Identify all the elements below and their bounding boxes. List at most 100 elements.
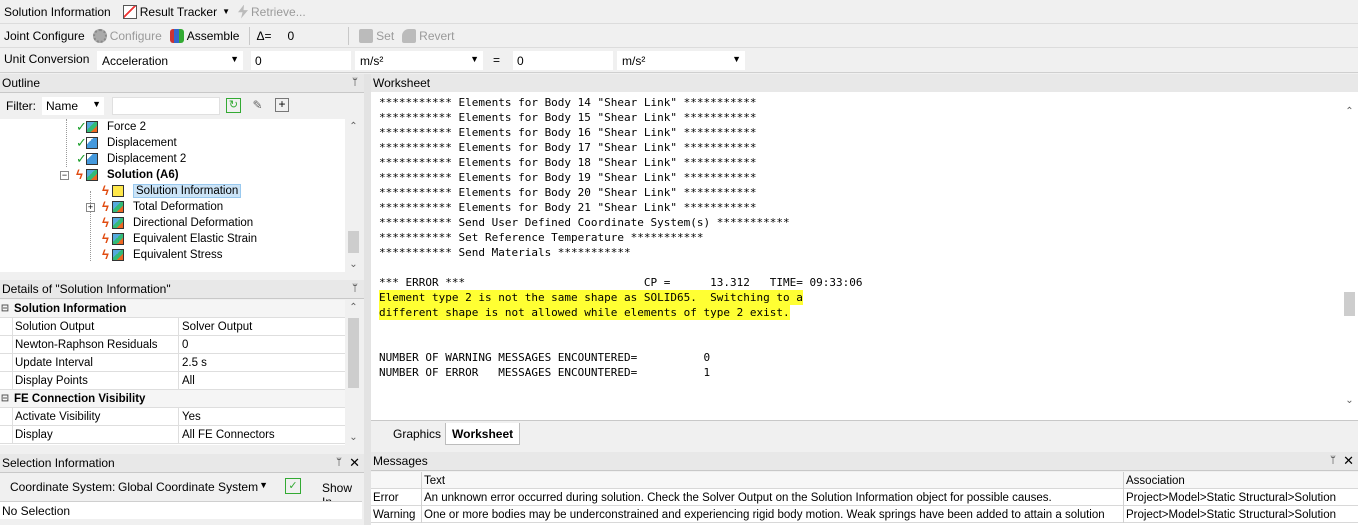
- quantity-select[interactable]: Acceleration ▼: [97, 51, 243, 70]
- worksheet-content: *********** Elements for Body 14 "Shear …: [371, 92, 1341, 420]
- tree-item-displacement-2[interactable]: ✓ Displacement 2: [76, 151, 186, 167]
- tree-item-displacement[interactable]: ✓ Displacement: [76, 135, 177, 151]
- coordinate-system-select[interactable]: Global Coordinate System ▼: [114, 477, 272, 496]
- table-row[interactable]: Error An unknown error occurred during s…: [371, 489, 1358, 506]
- outline-tree: ✓ Force 2 ✓ Displacement ✓ Displacement …: [0, 119, 345, 272]
- message-type: Warning: [373, 508, 416, 521]
- eraser-icon[interactable]: ✎: [250, 98, 265, 113]
- details-row[interactable]: Display All FE Connectors: [0, 425, 345, 444]
- unit-from-select[interactable]: m/s² ▼: [355, 51, 483, 70]
- result-tracker-button[interactable]: Result Tracker ▼: [119, 2, 234, 22]
- outline-filter-bar: Filter: Name ▼ ↻ ✎ +: [0, 94, 364, 118]
- message-text: One or more bodies may be underconstrain…: [421, 506, 1123, 523]
- refresh-icon[interactable]: ↻: [226, 98, 241, 113]
- result-icon: [112, 217, 124, 229]
- worksheet-line: *********** Elements for Body 17 "Shear …: [379, 141, 757, 154]
- messages-panel-header: Messages ᛘ ✕: [371, 452, 1358, 471]
- scroll-thumb[interactable]: [348, 318, 359, 388]
- info-icon: [112, 185, 124, 197]
- expand-all-icon[interactable]: +: [275, 98, 289, 112]
- worksheet-line: *********** Elements for Body 19 "Shear …: [379, 171, 757, 184]
- unit-to-select[interactable]: m/s² ▼: [617, 51, 745, 70]
- message-text: An unknown error occurred during solutio…: [421, 489, 1123, 506]
- chevron-down-icon: ▼: [470, 54, 479, 64]
- tree-item-solution-information[interactable]: ϟ Solution Information: [102, 183, 242, 199]
- value-from-input[interactable]: 0: [251, 51, 351, 70]
- pin-icon[interactable]: ᛘ: [352, 77, 358, 88]
- chevron-down-icon: ▼: [92, 99, 101, 109]
- assemble-button[interactable]: Assemble: [166, 26, 244, 46]
- coordinate-system-label: Coordinate System:: [10, 480, 116, 494]
- collapse-icon[interactable]: ⊟: [0, 303, 10, 314]
- filter-select[interactable]: Name ▼: [42, 97, 104, 115]
- filter-search-input[interactable]: [112, 97, 220, 115]
- solution-information-button[interactable]: Solution Information: [0, 2, 115, 22]
- pin-icon[interactable]: ᛘ: [352, 283, 358, 294]
- column-header-association[interactable]: Association: [1123, 472, 1358, 489]
- worksheet-line: *********** Elements for Body 14 "Shear …: [379, 96, 757, 109]
- value-to-input[interactable]: 0: [513, 51, 613, 70]
- equals-label: =: [493, 53, 501, 67]
- outline-scrollbar[interactable]: ⌃ ⌄: [345, 119, 362, 272]
- details-row[interactable]: Display Points All: [0, 371, 345, 390]
- message-association: Project>Model>Static Structural>Solution: [1123, 489, 1358, 506]
- check-icon[interactable]: ✓: [285, 478, 301, 494]
- pin-icon[interactable]: ᛘ: [1330, 455, 1336, 466]
- configure-button[interactable]: Configure: [89, 26, 166, 46]
- worksheet-line: *********** Send User Defined Coordinate…: [379, 216, 790, 229]
- solution-icon: [86, 169, 98, 181]
- scroll-thumb[interactable]: [348, 231, 359, 253]
- details-row[interactable]: Activate Visibility Yes: [0, 407, 345, 426]
- scroll-down-icon[interactable]: ⌄: [345, 432, 362, 443]
- panel-splitter[interactable]: [364, 74, 371, 525]
- chevron-down-icon: ▼: [259, 480, 268, 490]
- pin-icon[interactable]: ᛘ: [336, 457, 342, 468]
- chevron-down-icon: ▼: [222, 7, 231, 16]
- close-icon[interactable]: ✕: [349, 455, 360, 471]
- set-button[interactable]: Set: [355, 26, 398, 46]
- scroll-up-icon[interactable]: ⌃: [345, 121, 362, 132]
- tree-item-solution[interactable]: ϟ Solution (A6): [76, 167, 179, 183]
- scroll-thumb[interactable]: [1344, 292, 1355, 316]
- selection-panel-header: Selection Information ᛘ ✕: [0, 454, 364, 473]
- collapse-icon[interactable]: ⊟: [0, 393, 10, 404]
- tree-item-directional-deformation[interactable]: ϟ Directional Deformation: [102, 215, 253, 231]
- column-header-text[interactable]: Text: [421, 472, 1123, 489]
- revert-button[interactable]: Revert: [398, 26, 458, 46]
- tree-item-total-deformation[interactable]: ϟ Total Deformation: [102, 199, 223, 215]
- collapse-icon[interactable]: −: [60, 171, 69, 180]
- scroll-down-icon[interactable]: ⌄: [345, 259, 362, 270]
- expand-icon[interactable]: +: [86, 203, 95, 212]
- column-header-type[interactable]: [371, 472, 421, 489]
- details-panel-header: Details of "Solution Information" ᛘ: [0, 280, 364, 299]
- details-group-fe-connection-visibility[interactable]: ⊟ FE Connection Visibility: [0, 390, 345, 408]
- displacement-icon: [86, 153, 98, 165]
- tab-worksheet[interactable]: Worksheet: [445, 423, 521, 445]
- result-icon: [112, 249, 124, 261]
- details-row[interactable]: Newton-Raphson Residuals 0: [0, 335, 345, 354]
- details-row[interactable]: Solution Output Solver Output: [0, 317, 345, 336]
- table-row[interactable]: Warning One or more bodies may be underc…: [371, 506, 1358, 523]
- tree-item-equivalent-elastic-strain[interactable]: ϟ Equivalent Elastic Strain: [102, 231, 257, 247]
- displacement-icon: [86, 137, 98, 149]
- details-row[interactable]: Update Interval 2.5 s: [0, 353, 345, 372]
- details-scrollbar[interactable]: ⌃ ⌄: [345, 300, 362, 445]
- details-group-solution-information[interactable]: ⊟ Solution Information: [0, 300, 345, 318]
- close-icon[interactable]: ✕: [1343, 453, 1354, 469]
- chevron-down-icon: ▼: [732, 54, 741, 64]
- worksheet-error-count: NUMBER OF ERROR MESSAGES ENCOUNTERED= 1: [379, 366, 711, 379]
- chevron-down-icon: ▼: [230, 54, 239, 64]
- scroll-down-icon[interactable]: ⌄: [1341, 395, 1358, 406]
- lightning-icon: ϟ: [102, 215, 109, 230]
- worksheet-panel-header: Worksheet: [371, 74, 1358, 93]
- tree-item-force-2[interactable]: ✓ Force 2: [76, 119, 146, 135]
- tab-graphics[interactable]: Graphics: [387, 423, 447, 445]
- scroll-up-icon[interactable]: ⌃: [345, 302, 362, 313]
- scroll-up-icon[interactable]: ⌃: [1341, 106, 1358, 117]
- messages-header-row: Text Association: [371, 472, 1358, 489]
- lightning-icon: ϟ: [76, 167, 83, 182]
- assemble-icon: [169, 28, 184, 43]
- worksheet-scrollbar[interactable]: ⌃ ⌄: [1341, 92, 1358, 420]
- tree-item-equivalent-stress[interactable]: ϟ Equivalent Stress: [102, 247, 223, 263]
- retrieve-button[interactable]: Retrieve...: [234, 2, 310, 22]
